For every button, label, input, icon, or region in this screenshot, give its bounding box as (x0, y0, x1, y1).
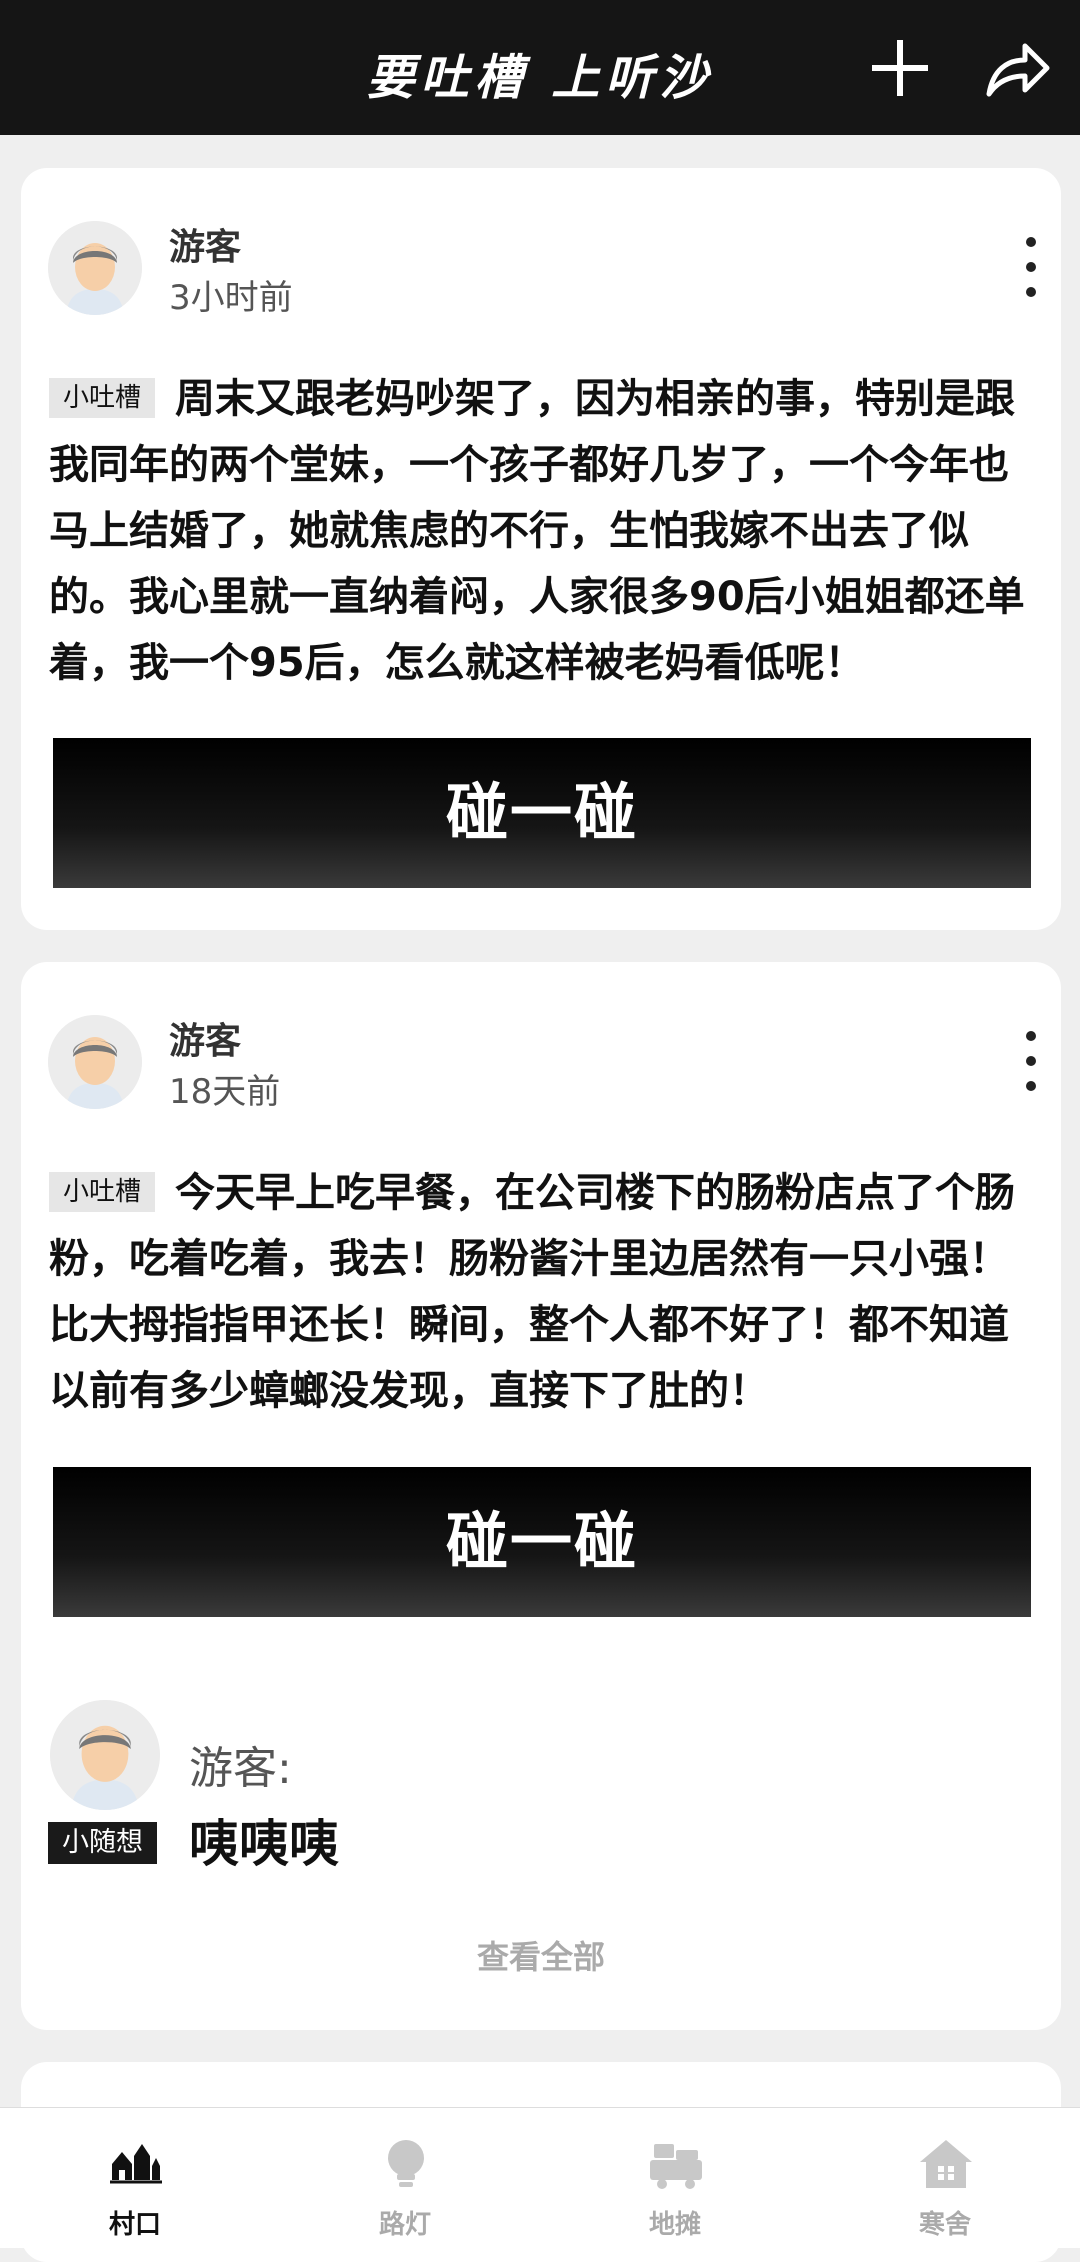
plus-icon (872, 40, 928, 96)
post-card: 游客 3小时前 小吐槽 周末又跟老妈吵架了，因为相亲的事，特别是跟我同年的两个堂妹… (21, 168, 1061, 930)
add-post-button[interactable] (868, 36, 932, 100)
guest-avatar-icon (48, 221, 142, 315)
bump-button[interactable]: 碰一碰 (53, 1467, 1031, 1617)
nav-label: 村口 (108, 2210, 161, 2240)
dot (1026, 1056, 1036, 1066)
nav-item-stall[interactable]: 地摊 (540, 2108, 810, 2248)
nav-label: 寒舍 (918, 2210, 971, 2240)
guest-avatar-icon (50, 1700, 160, 1810)
nav-item-home[interactable]: 寒舍 (810, 2108, 1080, 2248)
post-tag: 小吐槽 (49, 1172, 156, 1212)
post-text: 今天早上吃早餐，在公司楼下的肠粉店点了个肠粉，吃着吃着，我去！肠粉酱汁里边居然有… (49, 1170, 1016, 1414)
post-time: 18天前 (169, 1072, 281, 1112)
dot (1026, 287, 1036, 297)
post-content: 小吐槽 周末又跟老妈吵架了，因为相亲的事，特别是跟我同年的两个堂妹，一个孩子都好几… (49, 366, 1033, 696)
bottom-nav: 村口 路灯 地摊 寒舍 (0, 2107, 1080, 2248)
view-all-link[interactable]: 查看全部 (21, 1932, 1061, 1978)
stall-cart-icon (650, 2144, 702, 2189)
user-name: 游客 (169, 1021, 242, 1062)
nav-label: 路灯 (378, 2210, 431, 2240)
comment-user-name: 游客: (189, 1743, 292, 1794)
more-options-button[interactable] (1016, 1027, 1046, 1097)
post-content: 小吐槽 今天早上吃早餐，在公司楼下的肠粉店点了个肠粉，吃着吃着，我去！肠粉酱汁里边… (49, 1160, 1033, 1424)
dot (1026, 1031, 1036, 1041)
share-arrow-icon (986, 43, 1050, 97)
dot (1026, 262, 1036, 272)
dot (1026, 1081, 1036, 1091)
avatar[interactable] (48, 221, 142, 315)
home-icon (920, 2140, 972, 2188)
avatar[interactable] (48, 1015, 142, 1109)
comment-avatar[interactable] (50, 1700, 160, 1810)
village-icon (110, 2144, 162, 2184)
user-name: 游客 (169, 227, 242, 268)
post-tag: 小吐槽 (49, 378, 156, 418)
nav-item-streetlight[interactable]: 路灯 (270, 2108, 540, 2248)
bump-button[interactable]: 碰一碰 (53, 738, 1031, 888)
share-button[interactable] (985, 36, 1051, 100)
dot (1026, 237, 1036, 247)
post-text: 周末又跟老妈吵架了，因为相亲的事，特别是跟我同年的两个堂妹，一个孩子都好几岁了，… (49, 376, 1025, 686)
more-options-button[interactable] (1016, 233, 1046, 303)
nav-label: 地摊 (648, 2210, 701, 2240)
comment-tag: 小随想 (48, 1822, 157, 1864)
guest-avatar-icon (48, 1015, 142, 1109)
post-time: 3小时前 (169, 278, 293, 318)
lightbulb-icon (388, 2140, 424, 2187)
top-bar: 要吐槽 上听沙 (0, 0, 1080, 135)
post-card: 游客 18天前 小吐槽 今天早上吃早餐，在公司楼下的肠粉店点了个肠粉，吃着吃着，我… (21, 962, 1061, 2030)
nav-item-village[interactable]: 村口 (0, 2108, 270, 2248)
comment-text: 咦咦咦 (189, 1815, 339, 1873)
